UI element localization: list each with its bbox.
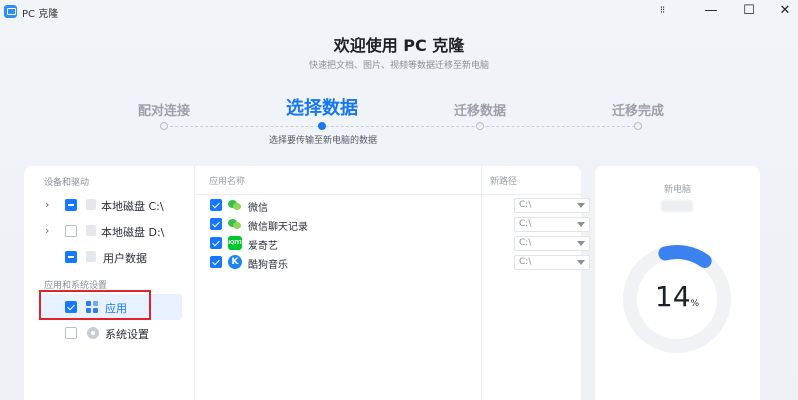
app-name: 微信聊天记录 xyxy=(248,222,308,233)
app-logo-icon xyxy=(4,5,17,18)
dropdown-arrow-icon xyxy=(577,260,585,265)
dropdown-arrow-icon xyxy=(577,241,585,246)
pc-clone-window: PC 克隆 ⁝⁝ — ☐ ✕ 欢迎使用 PC 克隆 快速把文档、图片、视频等数据… xyxy=(0,0,798,400)
data-selection-card: 设备和驱动 › 本地磁盘 C:\ › 本地磁盘 D:\ 用户数据 应用和系统设置 xyxy=(24,166,590,400)
disk-c-label: 本地磁盘 C:\ xyxy=(101,200,164,213)
new-pc-title: 新电脑 xyxy=(663,185,691,195)
gear-icon xyxy=(87,327,99,339)
tree-item-disk-d[interactable]: › 本地磁盘 D:\ xyxy=(24,219,194,243)
app-row-checkbox[interactable] xyxy=(210,199,222,211)
path-value: C:\ xyxy=(519,238,532,248)
new-pc-card: 新电脑 14% xyxy=(595,166,760,400)
step-done-label: 迁移完成 xyxy=(611,104,664,119)
column-header-app-name: 应用名称 xyxy=(209,177,246,187)
column-header-new-path: 新路径 xyxy=(490,177,518,187)
category-tree: 设备和驱动 › 本地磁盘 C:\ › 本地磁盘 D:\ 用户数据 应用和系统设置 xyxy=(24,166,195,400)
path-dropdown[interactable]: C:\ xyxy=(514,217,590,232)
step-pair-dot xyxy=(160,122,168,130)
dropdown-arrow-icon xyxy=(577,222,585,227)
step-select-dot xyxy=(318,122,326,130)
tree-item-disk-c[interactable]: › 本地磁盘 C:\ xyxy=(24,193,194,217)
table-row[interactable]: iQIYI 爱奇艺 C:\ xyxy=(210,236,590,254)
step-pair-label: 配对连接 xyxy=(137,104,190,119)
highlight-annotation-box xyxy=(39,290,151,320)
devices-section-title: 设备和驱动 xyxy=(44,178,90,188)
path-value: C:\ xyxy=(519,257,532,267)
wechat-icon xyxy=(228,217,242,231)
menu-dots-icon[interactable]: ⁝⁝ xyxy=(651,2,673,20)
step-migrate-dot xyxy=(476,122,484,130)
disk-icon xyxy=(86,225,96,236)
path-dropdown[interactable]: C:\ xyxy=(514,236,590,251)
user-data-checkbox[interactable] xyxy=(65,251,77,263)
table-row[interactable]: 微信 C:\ xyxy=(210,198,590,216)
user-icon xyxy=(86,251,96,262)
path-value: C:\ xyxy=(519,219,532,229)
path-value: C:\ xyxy=(519,200,532,210)
step-select-label: 选择数据 xyxy=(286,98,358,119)
tree-item-system-settings[interactable]: 系统设置 xyxy=(24,321,194,345)
progress-value: 14 xyxy=(654,280,691,313)
chevron-right-icon[interactable]: › xyxy=(45,224,49,237)
progress-readout: 14% xyxy=(622,280,732,313)
app-row-checkbox[interactable] xyxy=(210,256,222,268)
progress-unit: % xyxy=(690,299,700,309)
step-description: 选择要传输至新电脑的数据 xyxy=(268,136,377,146)
page-title: 欢迎使用 PC 克隆 xyxy=(333,36,465,55)
step-done-dot xyxy=(634,122,642,130)
title-bar: PC 克隆 ⁝⁝ — ☐ ✕ xyxy=(0,0,798,24)
system-settings-label: 系统设置 xyxy=(105,328,149,341)
header-divider xyxy=(194,194,581,195)
page-subtitle: 快速把文档、图片、视频等数据迁移至新电脑 xyxy=(308,61,489,71)
kugou-icon: K xyxy=(228,255,242,269)
blurred-device-name xyxy=(661,200,693,212)
path-dropdown[interactable]: C:\ xyxy=(514,255,590,270)
dropdown-arrow-icon xyxy=(577,203,585,208)
app-name: 酷狗音乐 xyxy=(248,260,288,271)
wechat-icon xyxy=(228,198,242,212)
disk-c-checkbox[interactable] xyxy=(65,199,77,211)
maximize-button[interactable]: ☐ xyxy=(738,2,760,20)
disk-d-label: 本地磁盘 D:\ xyxy=(101,226,165,239)
app-row-checkbox[interactable] xyxy=(210,218,222,230)
chevron-right-icon[interactable]: › xyxy=(45,198,49,211)
tree-item-user-data[interactable]: 用户数据 xyxy=(24,245,194,269)
steps-track xyxy=(160,126,640,127)
system-settings-checkbox[interactable] xyxy=(65,327,77,339)
app-title: PC 克隆 xyxy=(22,9,59,20)
disk-d-checkbox[interactable] xyxy=(65,225,77,237)
close-button[interactable]: ✕ xyxy=(774,2,796,20)
table-row[interactable]: 微信聊天记录 C:\ xyxy=(210,217,590,235)
step-migrate-label: 迁移数据 xyxy=(453,104,506,119)
disk-icon xyxy=(86,199,96,210)
path-dropdown[interactable]: C:\ xyxy=(514,198,590,213)
iqiyi-icon: iQIYI xyxy=(228,236,242,250)
table-row[interactable]: K 酷狗音乐 C:\ xyxy=(210,255,590,273)
app-name: 爱奇艺 xyxy=(248,241,278,252)
user-data-label: 用户数据 xyxy=(103,252,147,265)
app-name: 微信 xyxy=(248,203,268,214)
app-row-checkbox[interactable] xyxy=(210,237,222,249)
minimize-button[interactable]: — xyxy=(700,2,722,20)
